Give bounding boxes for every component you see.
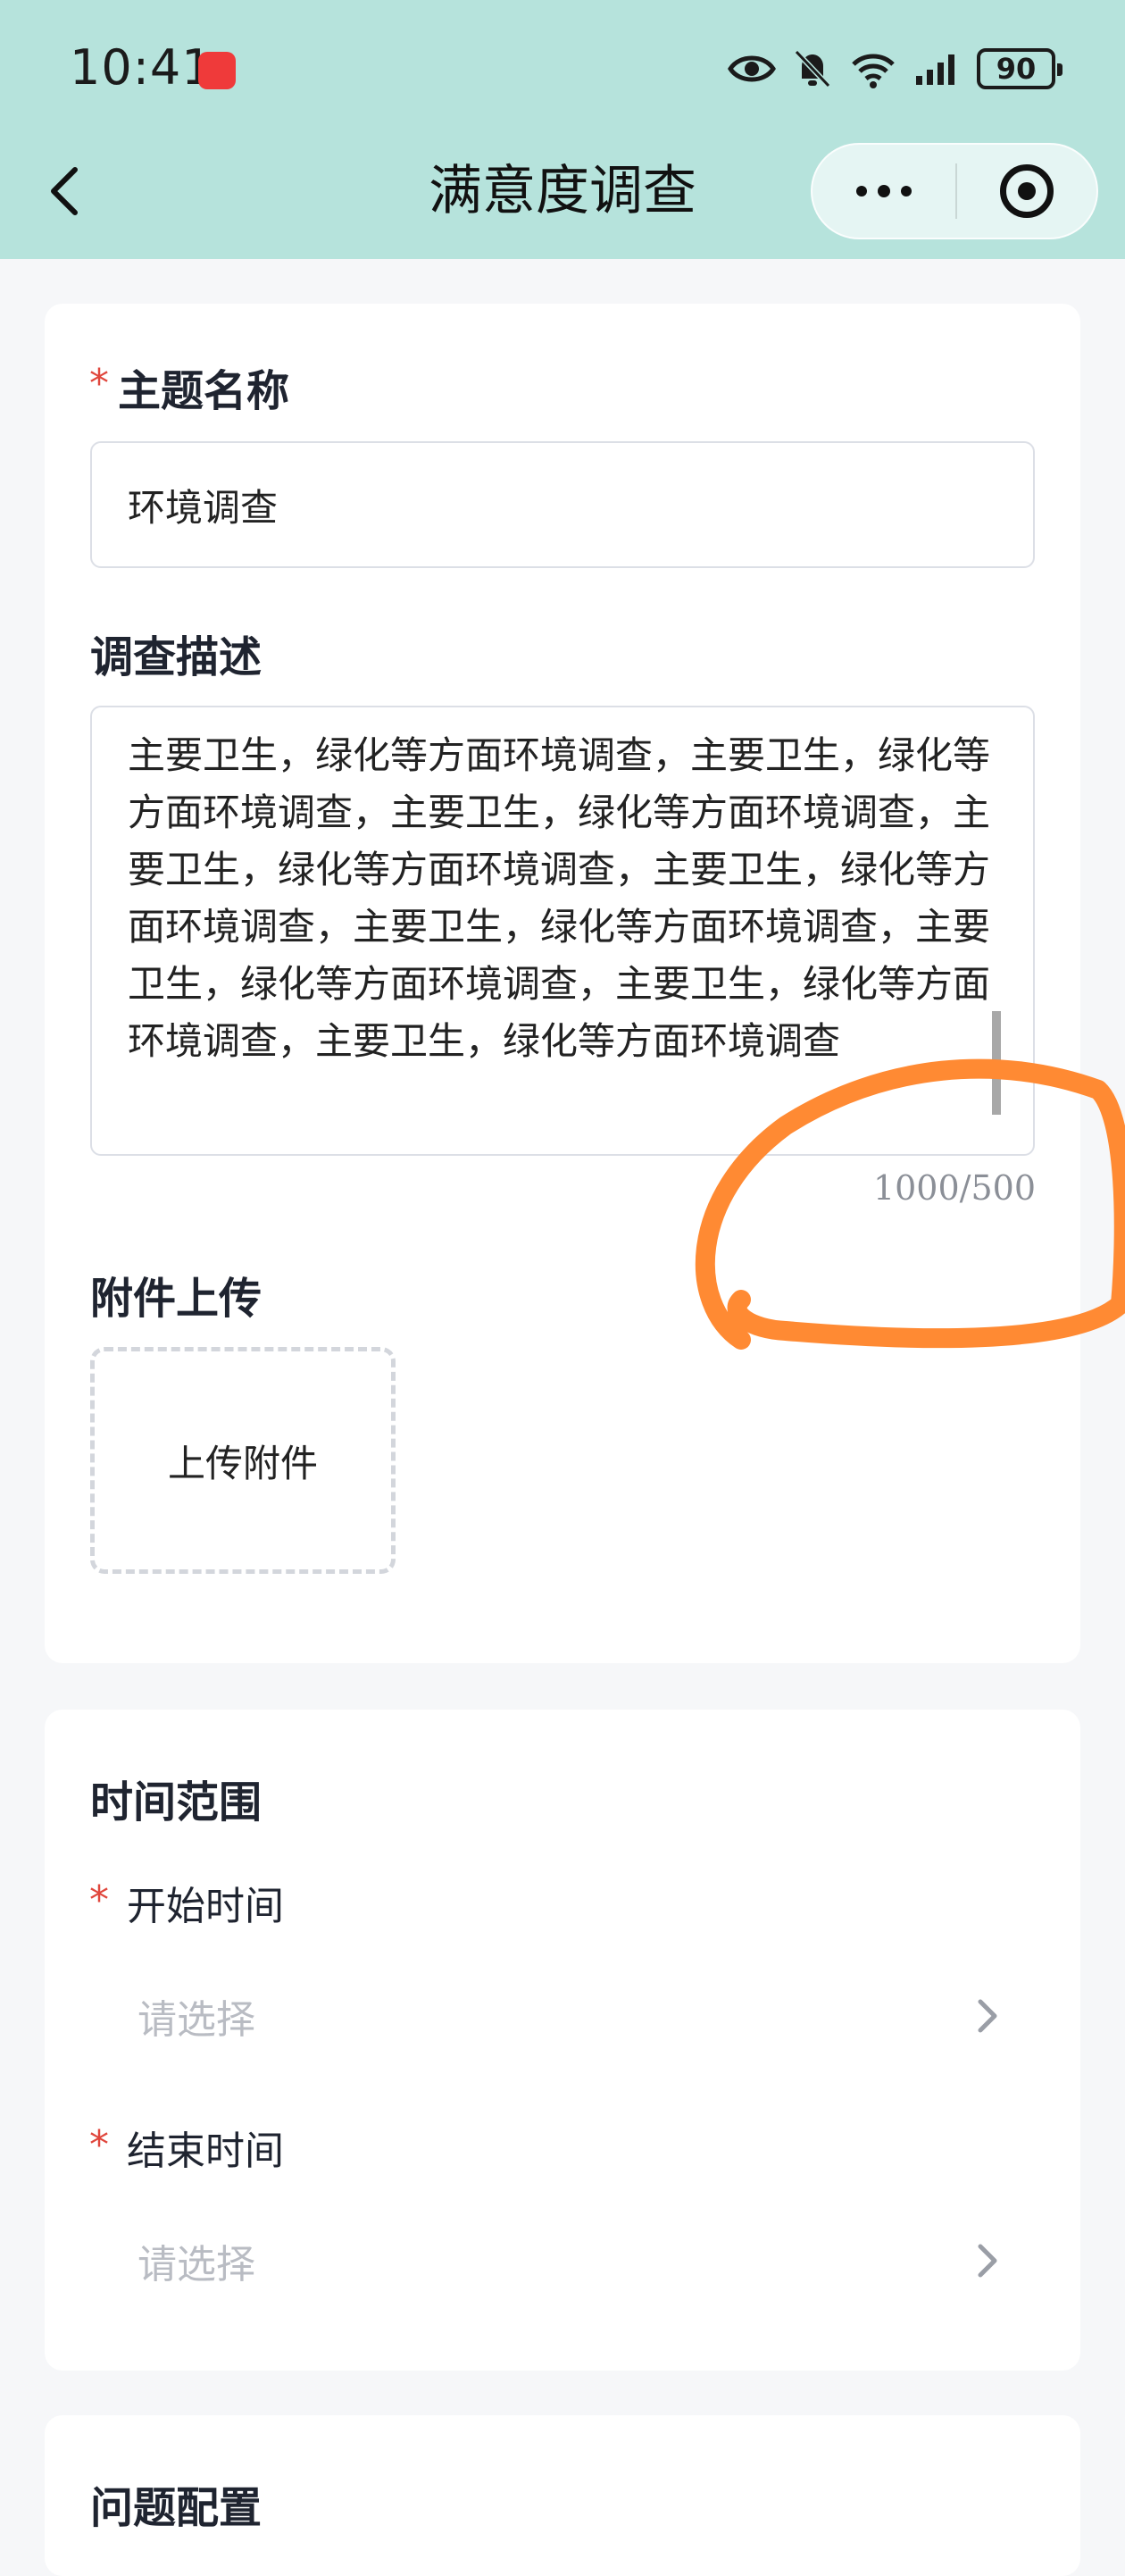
- description-text: 主要卫生，绿化等方面环境调查，主要卫生，绿化等方面环境调查，主要卫生，绿化等方面…: [128, 733, 991, 1063]
- start-time-placeholder: 请选择: [138, 1997, 255, 2043]
- eye-icon: [728, 55, 776, 82]
- battery-level: 90: [996, 52, 1037, 86]
- subject-input[interactable]: 环境调查: [90, 441, 1035, 568]
- chevron-right-icon: [978, 1999, 997, 2033]
- upload-attachment-button[interactable]: 上传附件: [90, 1347, 396, 1574]
- app-notification-icon: [198, 52, 236, 89]
- end-time-placeholder: 请选择: [138, 2242, 255, 2287]
- back-button[interactable]: [38, 157, 91, 225]
- top-bar: 10:41 90 满意度调查: [0, 0, 1125, 259]
- subject-label: 主题名称: [118, 366, 290, 416]
- start-time-label: 开始时间: [127, 1884, 284, 1929]
- close-mini-program-button[interactable]: [957, 145, 1096, 238]
- chevron-right-icon: [978, 2244, 997, 2278]
- more-dot: [878, 185, 890, 197]
- mini-program-capsule: [811, 143, 1098, 239]
- description-label: 调查描述: [90, 632, 262, 682]
- more-dot: [901, 186, 912, 197]
- subject-input-value: 环境调查: [128, 485, 279, 530]
- required-mark: *: [89, 2122, 109, 2168]
- question-config-title: 问题配置: [90, 2483, 262, 2533]
- textarea-scrollbar[interactable]: [992, 1011, 1001, 1115]
- wifi-icon: [852, 54, 895, 88]
- battery-icon: 90: [977, 48, 1062, 89]
- end-time-label: 结束时间: [127, 2129, 284, 2174]
- required-mark: *: [89, 1878, 109, 1923]
- more-button[interactable]: [812, 145, 955, 238]
- more-dots-icon: [856, 186, 867, 197]
- upload-attachment-label: 上传附件: [167, 1441, 318, 1485]
- status-time: 10:41: [70, 39, 213, 96]
- description-textarea[interactable]: 主要卫生，绿化等方面环境调查，主要卫生，绿化等方面环境调查，主要卫生，绿化等方面…: [90, 706, 1035, 1156]
- signal-icon: [916, 54, 954, 85]
- start-time-picker[interactable]: 请选择: [107, 1976, 1000, 2056]
- end-time-picker[interactable]: 请选择: [107, 2221, 1000, 2301]
- status-icons: 90: [727, 41, 1062, 96]
- required-mark: *: [89, 361, 109, 406]
- attachment-label: 附件上传: [90, 1274, 262, 1324]
- time-range-title: 时间范围: [90, 1777, 262, 1827]
- target-close-icon: [1000, 164, 1054, 218]
- bell-off-icon: [794, 49, 831, 88]
- character-counter: 1000/500: [872, 1168, 1036, 1208]
- chevron-left-icon: [51, 167, 78, 215]
